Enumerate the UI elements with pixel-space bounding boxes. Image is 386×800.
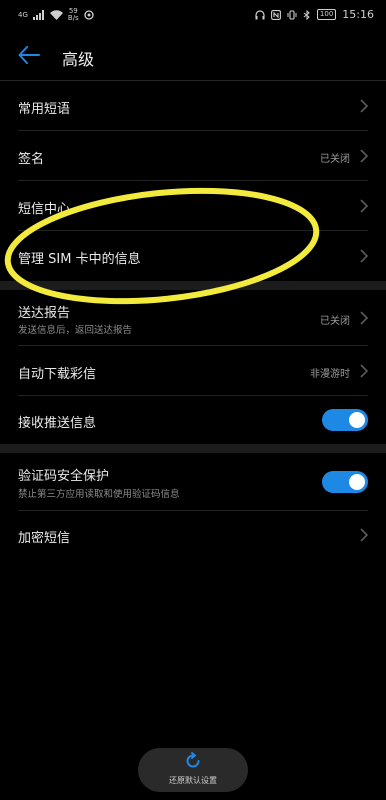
setting-title: 验证码安全保护 [18, 469, 110, 484]
battery-icon: 100 [316, 9, 337, 20]
chevron-right-icon [360, 364, 369, 378]
setting-value: 已关闭 [320, 316, 350, 327]
toggle-knob [349, 474, 365, 490]
wifi-icon [49, 10, 63, 20]
restore-defaults-button[interactable]: 还原默认设置 [138, 748, 248, 792]
back-button[interactable] [14, 40, 44, 70]
push-toggle[interactable] [322, 409, 368, 431]
setting-title: 管理 SIM 卡中的信息 [18, 252, 141, 267]
refresh-icon [186, 752, 200, 768]
setting-value: 非漫游时 [310, 369, 350, 380]
verification-toggle[interactable] [322, 471, 368, 493]
setting-manage-sim-messages[interactable]: 管理 SIM 卡中的信息 [0, 231, 386, 281]
status-bar: 4G 59 B/s 100 15:16 [0, 0, 386, 30]
chevron-right-icon [360, 199, 369, 213]
page-title: 高级 [62, 50, 95, 69]
section-divider [0, 444, 386, 453]
nfc-icon [270, 9, 281, 20]
chevron-right-icon [360, 311, 369, 325]
net-speed-unit: B/s [67, 14, 79, 22]
signal-icon [32, 10, 44, 20]
toggle-knob [349, 412, 365, 428]
network-type: 4G [18, 10, 28, 19]
setting-verification-protection: 验证码安全保护 禁止第三方应用读取和使用验证码信息 [0, 453, 386, 511]
setting-title: 自动下载彩信 [18, 367, 97, 382]
setting-subtitle: 发送信息后，返回送达报告 [18, 325, 133, 336]
vibrate-icon [287, 9, 297, 20]
headset-icon [255, 9, 265, 19]
setting-common-phrases[interactable]: 常用短语 [0, 81, 386, 131]
chevron-right-icon [360, 249, 369, 263]
app-header: 高级 [0, 30, 386, 80]
bluetooth-icon [303, 9, 310, 20]
setting-encrypted-sms[interactable]: 加密短信 [0, 511, 386, 559]
section-divider [0, 281, 386, 290]
setting-title: 加密短信 [18, 531, 71, 546]
restore-defaults-label: 还原默认设置 [169, 776, 217, 785]
setting-signature[interactable]: 签名 已关闭 [0, 131, 386, 181]
setting-value: 已关闭 [320, 154, 350, 165]
setting-receive-push: 接收推送信息 [0, 396, 386, 444]
chevron-right-icon [360, 149, 369, 163]
chevron-right-icon [360, 528, 369, 542]
setting-delivery-report[interactable]: 送达报告 发送信息后，返回送达报告 已关闭 [0, 290, 386, 346]
setting-title: 签名 [18, 152, 45, 167]
net-speed: 59 B/s [68, 8, 79, 22]
setting-title: 短信中心 [18, 202, 71, 217]
chevron-right-icon [360, 99, 369, 113]
setting-title: 接收推送信息 [18, 416, 97, 431]
setting-subtitle: 禁止第三方应用读取和使用验证码信息 [18, 489, 180, 500]
clock: 15:16 [342, 8, 374, 21]
setting-auto-download-mms[interactable]: 自动下载彩信 非漫游时 [0, 346, 386, 396]
sync-icon [84, 10, 94, 20]
setting-sms-center[interactable]: 短信中心 [0, 181, 386, 231]
arrow-left-icon [18, 46, 40, 64]
setting-title: 常用短语 [18, 102, 71, 117]
setting-title: 送达报告 [18, 306, 71, 321]
